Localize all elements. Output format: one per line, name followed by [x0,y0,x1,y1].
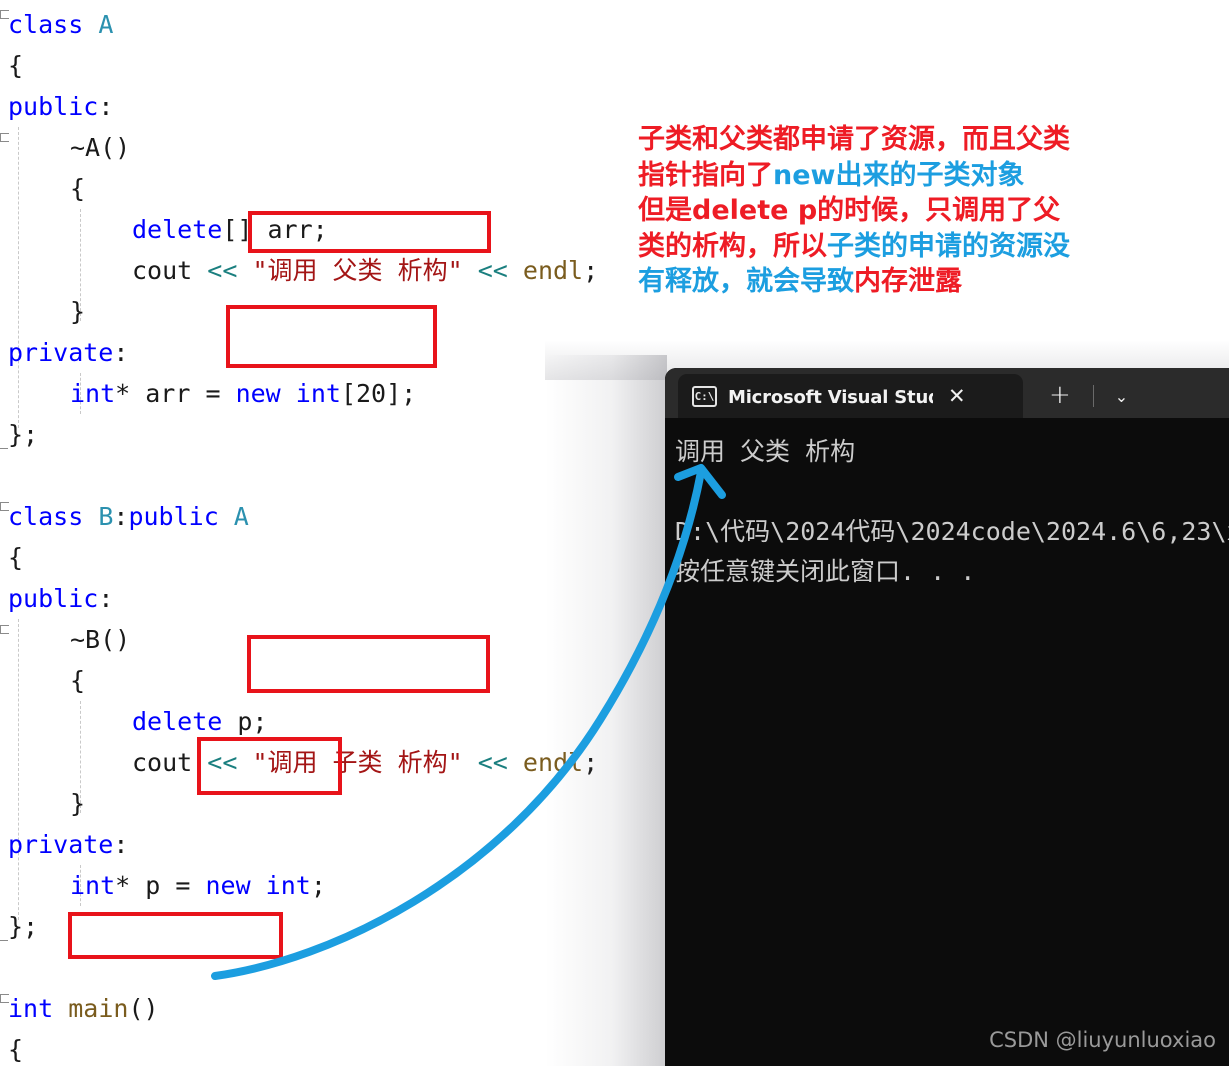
code-token: A [233,502,249,531]
annotation-line: 有释放，就会导致内存泄露 [638,264,1138,300]
console-output: 调用 父类 析构 D:\代码\2024代码\2024code\2024.6\6,… [665,418,1229,592]
code-token: ]; [386,379,417,408]
code-line[interactable]: public: [0,86,1229,127]
code-token: delete [132,215,223,244]
code-token: * arr = [115,379,236,408]
code-line[interactable]: private: [0,332,1229,373]
code-token: new int [205,871,311,900]
annotation-line: 指针指向了new出来的子类对象 [638,158,1138,194]
code-token: class [8,502,99,531]
screenshot-root: class A{public: ~A(){delete[] arr; cout <<… [0,0,1229,1066]
code-line[interactable]: class A [0,4,1229,45]
code-token: int [70,871,116,900]
code-token: private [8,830,114,859]
code-token: << [477,256,508,285]
close-icon[interactable]: ✕ [948,385,966,407]
console-output-line: D:\代码\2024代码\2024code\2024.6\6,23\x6 [675,517,1229,546]
code-token: arr; [267,215,328,244]
console-output-line: 调用 父类 析构 [675,437,856,466]
code-line[interactable]: { [0,45,1229,86]
console-window[interactable]: C:\ Microsoft Visual Studio 调试控 ✕ + ⌄ 调用… [665,368,1229,1066]
console-output-line: 按任意键关闭此窗口. . . [675,557,976,586]
code-token: ~B() [70,625,131,654]
code-token: [ [340,379,356,408]
code-token: << [207,748,238,777]
code-token: << [477,748,508,777]
code-token: ; [310,871,326,900]
new-tab-icon[interactable]: + [1049,382,1071,408]
annotation-segment: 子类和父类都申请了资源，而且父类 [638,124,1070,155]
code-token: int [8,994,69,1023]
code-token: new int [235,379,341,408]
code-token: A [98,10,114,39]
code-token: B [98,502,114,531]
code-token: public [8,584,99,613]
code-token: }; [8,912,39,941]
code-token: 20 [356,379,387,408]
code-token: [] [222,215,268,244]
code-token: : [113,338,129,367]
annotation-segment: 指针指向了 [638,159,773,191]
code-token: * p = [115,871,206,900]
console-tab[interactable]: C:\ Microsoft Visual Studio 调试控 ✕ [678,374,1023,418]
code-token: : [98,92,114,121]
annotation-segment: 类的析构，所以 [638,230,827,262]
chevron-down-icon[interactable]: ⌄ [1115,389,1128,405]
code-token: () [128,994,159,1023]
code-token: { [8,51,24,80]
red-annotation-text: 子类和父类都申请了资源，而且父类 指针指向了new出来的子类对象 但是delete … [638,122,1138,300]
csdn-watermark: CSDN @liuyunluoxiao [989,1028,1216,1052]
annotation-line: 但是delete p的时候，只调用了父 [638,193,1138,229]
code-token: : [98,584,114,613]
code-token: } [70,297,86,326]
annotation-line: 类的析构，所以子类的申请的资源没 [638,229,1138,265]
code-token: endl [522,256,584,285]
code-token: } [70,789,86,818]
code-token: main [68,994,129,1023]
code-token: delete [132,707,223,736]
code-token: { [8,1035,24,1064]
code-token: cout [132,256,208,285]
code-token: { [8,543,24,572]
code-token: { [70,174,86,203]
code-token: }; [8,420,39,449]
console-tab-title: Microsoft Visual Studio 调试控 [728,387,933,408]
annotation-segment: 但是delete p的时候，只调用了父 [638,195,1061,226]
code-token: public [8,92,99,121]
code-token: ; [583,748,599,777]
code-token: : [113,830,129,859]
annotation-segment: 内存泄露 [854,266,962,297]
annotation-segment: new出来的子类对象 [773,159,1025,191]
code-token: public [128,502,234,531]
code-token: ~A() [70,133,131,162]
annotation-line: 子类和父类都申请了资源，而且父类 [638,122,1138,158]
terminal-icon: C:\ [692,385,717,407]
code-token: "调用 父类 析构" [252,256,463,285]
code-token: endl [522,748,584,777]
console-titlebar[interactable]: C:\ Microsoft Visual Studio 调试控 ✕ + ⌄ [665,368,1229,418]
code-token: private [8,338,114,367]
code-token: p; [222,707,268,736]
code-token: class [8,10,99,39]
code-token: cout [132,748,208,777]
code-token: ; [583,256,599,285]
code-token: { [70,666,86,695]
annotation-segment: 子类的申请的资源没 [827,230,1070,262]
code-token: << [207,256,238,285]
titlebar-divider [1092,385,1094,407]
code-token: int [70,379,116,408]
code-token: "调用 子类 析构" [252,748,463,777]
code-token: : [113,502,129,531]
annotation-segment: 有释放，就会导致 [638,266,854,297]
